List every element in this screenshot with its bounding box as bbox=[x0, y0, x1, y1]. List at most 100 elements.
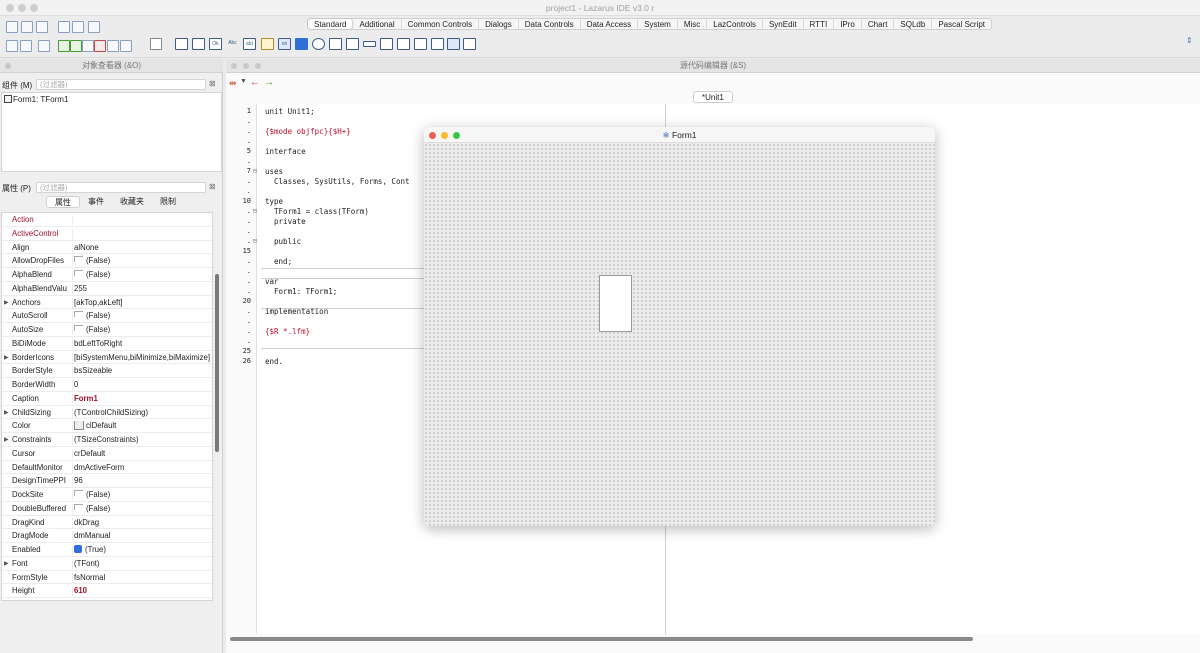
property-row[interactable]: ▶ ChildSizing (TControlChildSizing) bbox=[2, 406, 212, 420]
palette-tab-data-controls[interactable]: Data Controls bbox=[519, 19, 581, 29]
tab-properties[interactable]: 属性 bbox=[46, 196, 80, 208]
expand-arrow-icon[interactable]: ▶ bbox=[4, 299, 9, 306]
open-icon[interactable] bbox=[36, 21, 48, 33]
step-into-icon[interactable] bbox=[107, 40, 119, 52]
pause-icon[interactable] bbox=[82, 40, 94, 52]
step-over-icon[interactable] bbox=[120, 40, 132, 52]
code-line[interactable]: unit Unit1; bbox=[265, 107, 315, 116]
panel-maximize-icon[interactable] bbox=[255, 63, 261, 69]
property-value[interactable]: (TControlChildSizing) bbox=[72, 407, 212, 418]
property-value[interactable]: (False) bbox=[72, 490, 212, 500]
listbox-icon[interactable] bbox=[329, 38, 342, 50]
property-row[interactable]: BiDiMode bdLeftToRight bbox=[2, 337, 212, 351]
palette-tab-system[interactable]: System bbox=[638, 19, 678, 29]
edit-icon[interactable]: abI bbox=[243, 38, 256, 50]
unchecked-checkbox-icon[interactable] bbox=[74, 311, 83, 318]
property-value[interactable]: alNone bbox=[72, 242, 212, 253]
code-line[interactable]: Classes, SysUtils, Forms, Cont bbox=[265, 177, 409, 186]
property-row[interactable]: DefaultMonitor dmActiveForm bbox=[2, 461, 212, 475]
property-value[interactable]: clDefault bbox=[72, 421, 212, 432]
code-line[interactable]: private bbox=[265, 217, 306, 226]
label-icon[interactable]: Abc bbox=[226, 38, 239, 50]
build-mode-icon[interactable] bbox=[38, 40, 50, 52]
property-value[interactable]: 255 bbox=[72, 283, 212, 294]
property-value[interactable]: 610 bbox=[72, 586, 212, 597]
property-row[interactable]: Caption Form1 bbox=[2, 392, 212, 406]
code-line[interactable]: var bbox=[265, 277, 279, 286]
unchecked-checkbox-icon[interactable] bbox=[74, 270, 83, 276]
palette-tab-common-controls[interactable]: Common Controls bbox=[402, 19, 480, 29]
toggle-box-icon[interactable]: on bbox=[278, 38, 291, 50]
button-icon[interactable]: Ok bbox=[209, 38, 222, 50]
radiogroup-icon[interactable] bbox=[397, 38, 410, 50]
frame-icon[interactable] bbox=[447, 38, 460, 50]
property-value[interactable]: (False) bbox=[72, 270, 212, 280]
code-line[interactable]: uses bbox=[265, 167, 283, 176]
run-without-debug-icon[interactable] bbox=[70, 40, 82, 52]
palette-tab-sqldb[interactable]: SQLdb bbox=[894, 19, 933, 29]
frames-icon[interactable] bbox=[175, 38, 188, 50]
unchecked-checkbox-icon[interactable] bbox=[74, 325, 83, 331]
unchecked-checkbox-icon[interactable] bbox=[74, 503, 83, 510]
memo-icon[interactable] bbox=[261, 38, 274, 50]
code-line[interactable]: public bbox=[265, 237, 301, 246]
components-filter-input[interactable]: (过滤器) bbox=[36, 79, 206, 90]
property-row[interactable]: ActiveControl bbox=[2, 227, 212, 241]
new-unit-icon[interactable] bbox=[6, 21, 18, 33]
toggle-form-unit-icon[interactable] bbox=[88, 21, 100, 33]
property-value[interactable]: (False) bbox=[72, 256, 212, 267]
expand-arrow-icon[interactable]: ▶ bbox=[4, 436, 9, 443]
radio-button-icon[interactable] bbox=[312, 38, 325, 50]
tab-restricted[interactable]: 限制 bbox=[152, 196, 184, 208]
property-row[interactable]: AutoScroll (False) bbox=[2, 309, 212, 323]
tab-events[interactable]: 事件 bbox=[80, 196, 112, 208]
tab-favorites[interactable]: 收藏夹 bbox=[112, 196, 152, 208]
code-line[interactable]: interface bbox=[265, 147, 306, 156]
property-row[interactable]: AlphaBlendValu 255 bbox=[2, 282, 212, 296]
code-line[interactable]: {$mode objfpc}{$H+} bbox=[265, 127, 351, 136]
property-value[interactable]: (TFont) bbox=[72, 558, 212, 569]
property-row[interactable]: Height 610 bbox=[2, 584, 212, 598]
panel-minimize-icon[interactable] bbox=[243, 63, 249, 69]
code-line[interactable]: {$R *.lfm} bbox=[265, 327, 310, 336]
property-row[interactable]: Color clDefault bbox=[2, 419, 212, 433]
tree-item-form1[interactable]: Form1: TForm1 bbox=[13, 95, 68, 104]
groupbox-icon[interactable] bbox=[380, 38, 393, 50]
property-value[interactable]: bdLeftToRight bbox=[72, 338, 212, 349]
property-row[interactable]: Align alNone bbox=[2, 241, 212, 255]
property-row[interactable]: ▶ Constraints (TSizeConstraints) bbox=[2, 433, 212, 447]
palette-tab-lazcontrols[interactable]: LazControls bbox=[707, 19, 763, 29]
property-row[interactable]: DragMode dmManual bbox=[2, 529, 212, 543]
view-units-icon[interactable] bbox=[6, 40, 18, 52]
property-value[interactable]: dkDrag bbox=[72, 517, 212, 528]
property-value[interactable] bbox=[72, 215, 212, 225]
back-arrow-icon[interactable]: ← bbox=[250, 77, 260, 88]
expand-arrow-icon[interactable]: ▶ bbox=[4, 409, 9, 416]
palette-tab-pascal-script[interactable]: Pascal Script bbox=[932, 19, 991, 29]
save-icon[interactable] bbox=[58, 21, 70, 33]
palette-tab-dialogs[interactable]: Dialogs bbox=[479, 19, 519, 29]
panel-close-icon[interactable] bbox=[5, 63, 11, 69]
property-row[interactable]: FormStyle fsNormal bbox=[2, 571, 212, 585]
property-value[interactable]: [biSystemMenu,biMinimize,biMaximize] bbox=[72, 352, 212, 363]
designed-control[interactable] bbox=[599, 275, 632, 332]
property-row[interactable]: DesignTimePPI 96 bbox=[2, 474, 212, 488]
palette-tab-rtti[interactable]: RTTI bbox=[804, 19, 835, 29]
dropdown-icon[interactable]: ▼ bbox=[240, 78, 247, 85]
palette-scroll-icon[interactable]: ⇕ bbox=[1186, 36, 1193, 45]
actionlist-icon[interactable] bbox=[463, 38, 476, 50]
property-row[interactable]: BorderWidth 0 bbox=[2, 378, 212, 392]
property-value[interactable]: (False) bbox=[72, 311, 212, 322]
main-menu-icon[interactable] bbox=[192, 38, 205, 50]
property-row[interactable]: AllowDropFiles (False) bbox=[2, 254, 212, 268]
property-row[interactable]: DragKind dkDrag bbox=[2, 516, 212, 530]
panel-close-icon[interactable] bbox=[231, 63, 237, 69]
code-line[interactable]: implementation bbox=[265, 307, 328, 316]
combobox-icon[interactable] bbox=[346, 38, 359, 50]
property-value[interactable]: dmActiveForm bbox=[72, 462, 212, 473]
palette-tab-standard[interactable]: Standard bbox=[308, 19, 354, 29]
property-value[interactable]: bsSizeable bbox=[72, 366, 212, 377]
clear-filter-icon[interactable]: ⊠ bbox=[209, 79, 220, 90]
palette-tab-misc[interactable]: Misc bbox=[678, 19, 708, 29]
unchecked-checkbox-icon[interactable] bbox=[74, 256, 83, 263]
